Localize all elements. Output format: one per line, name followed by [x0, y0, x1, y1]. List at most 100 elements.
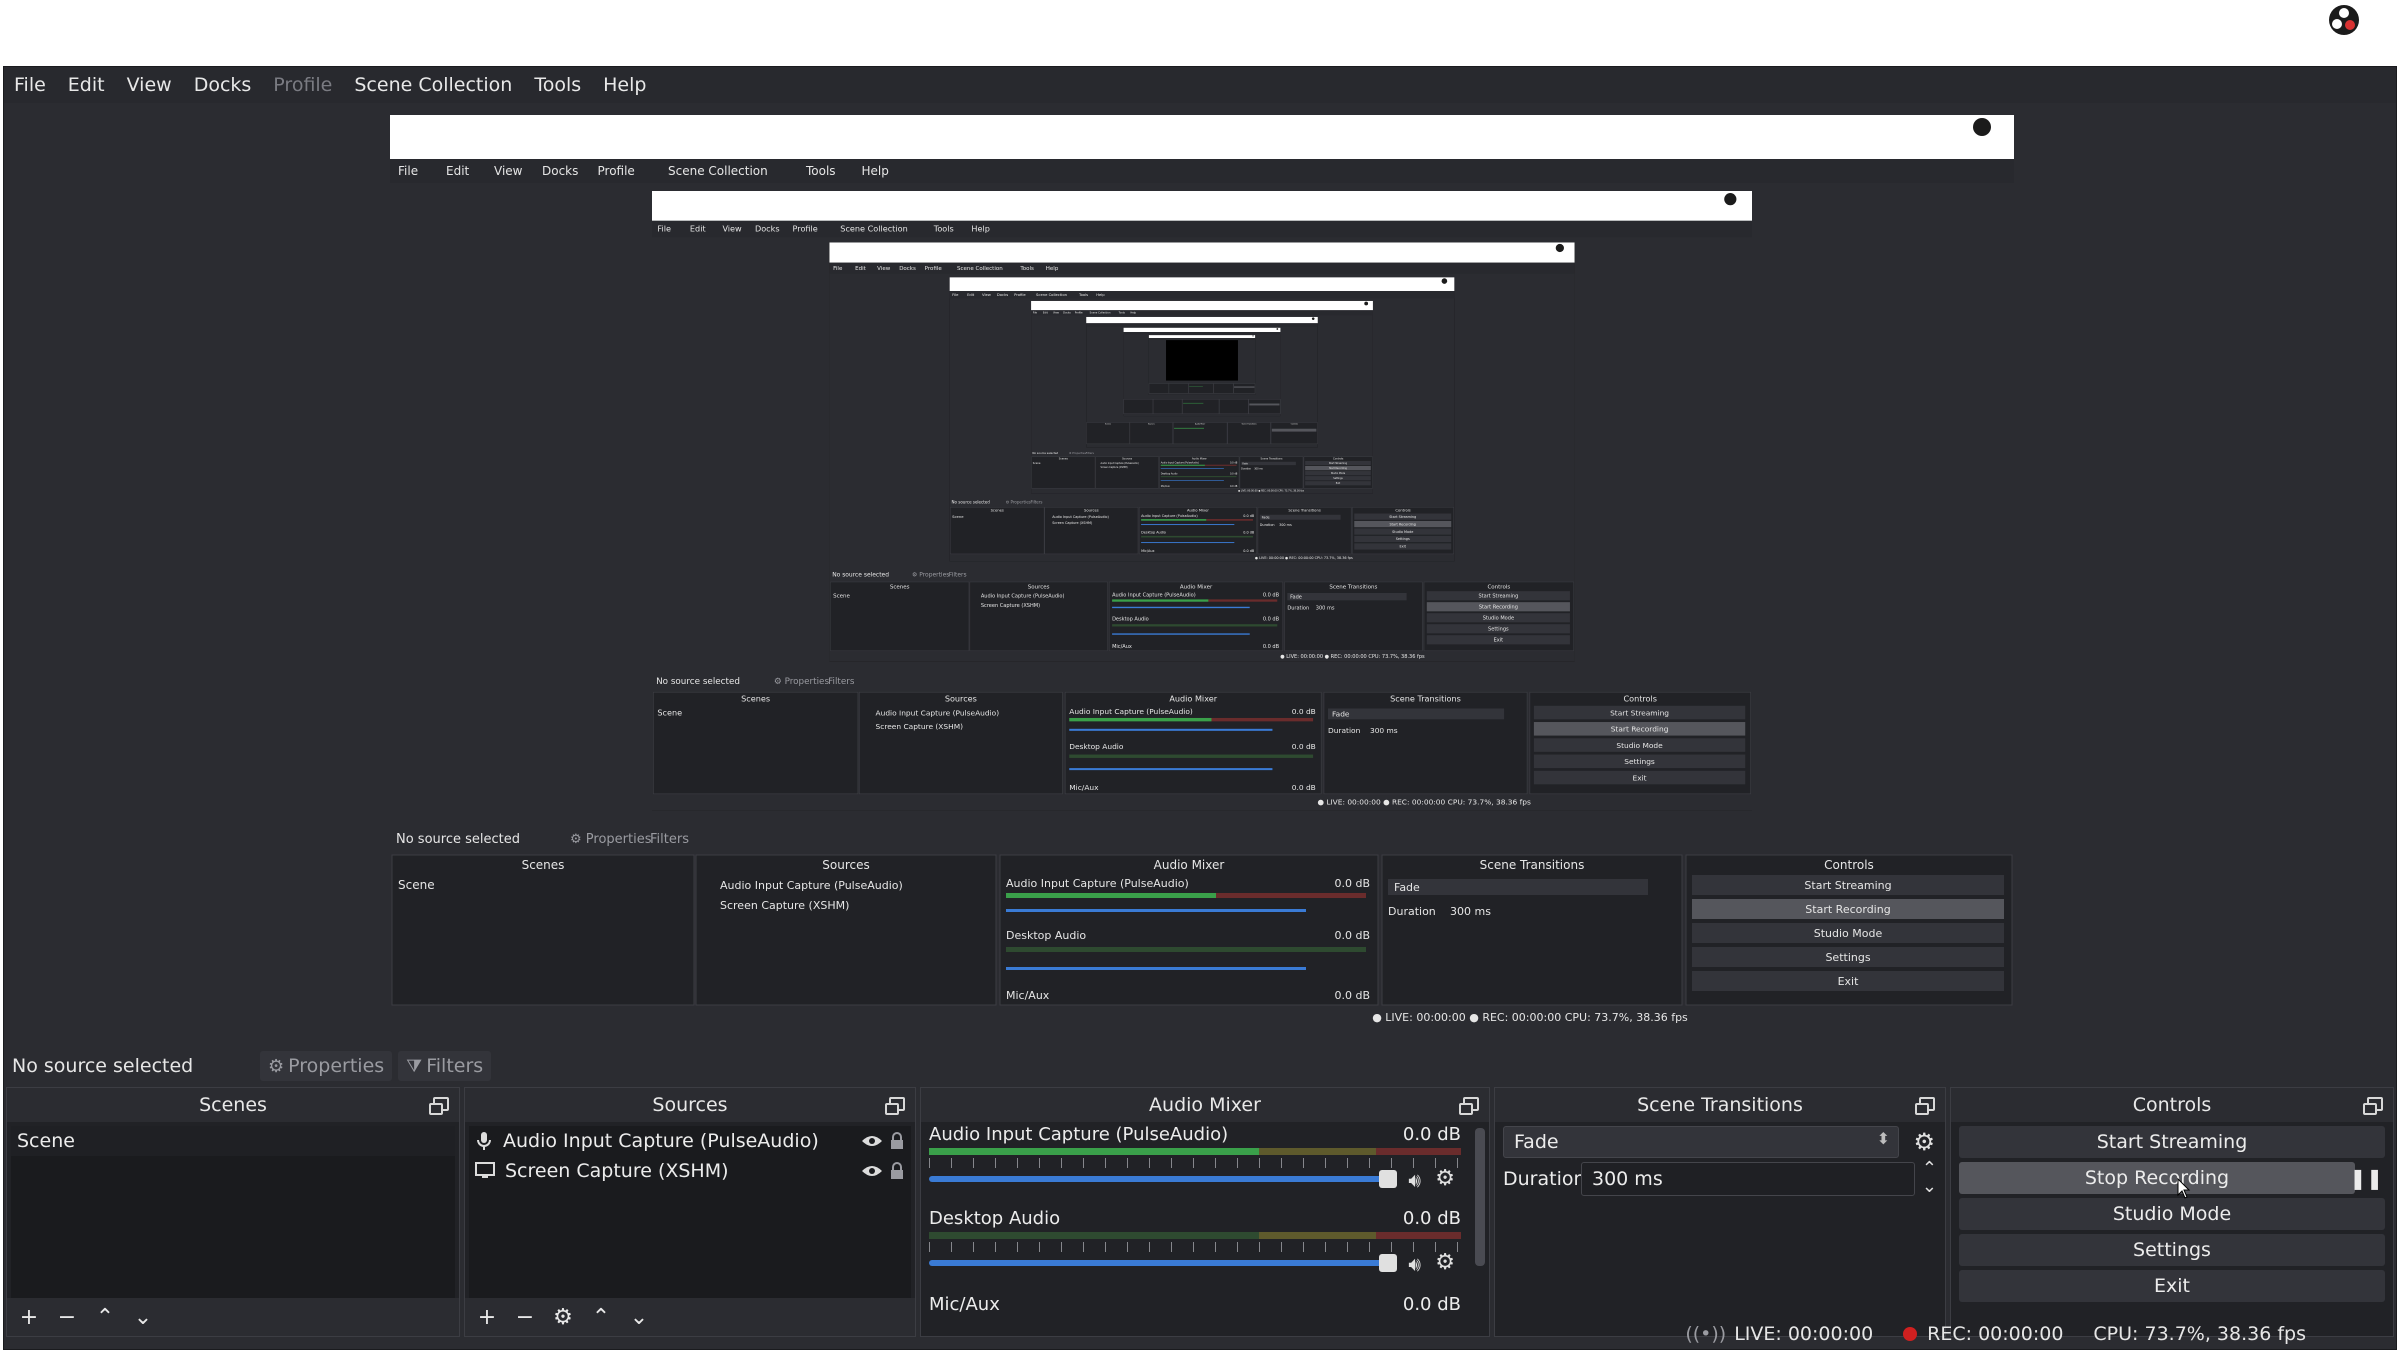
nested-menu-item: Docks	[755, 224, 780, 234]
nested-preview	[1166, 340, 1238, 380]
nested-control-label: Settings	[1396, 537, 1410, 541]
menu-file[interactable]: File	[14, 67, 46, 103]
menu-scene-collection[interactable]: Scene Collection	[354, 67, 512, 103]
properties-button[interactable]: ⚙ Properties	[260, 1051, 392, 1081]
live-timer: LIVE: 00:00:00	[1734, 1323, 1873, 1345]
source-item[interactable]: Screen Capture (XSHM)	[469, 1156, 911, 1186]
transition-select[interactable]: Fade ⬍	[1503, 1126, 1899, 1158]
nested-transition-select	[1388, 879, 1648, 895]
nested-control-label: Start Recording	[1611, 725, 1669, 734]
duration-input[interactable]: 300 ms	[1581, 1162, 1915, 1196]
nested-dock	[1124, 399, 1153, 413]
nested-control-label: Start Streaming	[1478, 594, 1518, 600]
nested-scene-item: Scene	[833, 594, 850, 600]
nested-meter	[1112, 599, 1208, 601]
filters-label: Filters	[426, 1055, 483, 1077]
nested-dock-title: Sources	[1148, 423, 1155, 425]
nested-dock-title: Scene Transitions	[1329, 584, 1377, 590]
preview-canvas[interactable]: File Edit View Docks Profile Scene Collection…	[390, 115, 2014, 1029]
nested-menu-item: Profile	[1014, 293, 1026, 297]
gear-icon[interactable]: ⚙	[1435, 1250, 1455, 1275]
nested-control-label: Start Recording	[1329, 467, 1347, 470]
scene-item[interactable]: Scene	[11, 1126, 455, 1156]
menu-docks[interactable]: Docks	[194, 67, 252, 103]
menu-help[interactable]: Help	[603, 67, 646, 103]
lock-icon[interactable]	[889, 1132, 905, 1155]
lock-icon[interactable]	[889, 1162, 905, 1185]
sources-list[interactable]: Audio Input Capture (PulseAudio) Screen …	[469, 1126, 911, 1298]
nested-menu-item: Scene Collection	[668, 164, 768, 178]
visibility-eye-icon[interactable]	[861, 1132, 883, 1154]
undock-icon[interactable]	[2367, 1097, 2383, 1111]
nested-status: ● LIVE: 00:00:00 ● REC: 00:00:00 CPU: 73…	[1317, 798, 1531, 807]
exit-button[interactable]: Exit	[1959, 1270, 2385, 1302]
nested-dock-title: Audio Mixer	[1187, 509, 1209, 513]
settings-button[interactable]: Settings	[1959, 1234, 2385, 1266]
duration-label: Duration	[1503, 1168, 1586, 1190]
speaker-icon[interactable]: 🔊︎	[1408, 1168, 1421, 1192]
nested-slider	[1141, 542, 1234, 543]
nested-fade: Fade	[1290, 594, 1302, 600]
nested-duration-value: 300 ms	[1279, 523, 1292, 527]
mixer-channel-name: Desktop Audio	[929, 1208, 1060, 1229]
start-streaming-button[interactable]: Start Streaming	[1959, 1126, 2385, 1158]
menu-profile[interactable]: Profile	[273, 67, 332, 103]
nested-dock-title: Scene Transitions	[1480, 858, 1585, 872]
nested-menu-item: Edit	[690, 224, 706, 234]
gear-icon[interactable]: ⚙	[1435, 1166, 1455, 1191]
volume-slider[interactable]	[929, 1176, 1389, 1182]
nested-control-button	[1234, 386, 1254, 387]
nested-dock-title: Scenes	[1105, 423, 1111, 425]
undock-icon[interactable]	[1919, 1097, 1935, 1111]
nested-menu-item: File	[398, 164, 418, 178]
nested-meter	[1112, 624, 1277, 626]
volume-slider-handle[interactable]	[1379, 1170, 1397, 1188]
nested-slider	[1069, 729, 1272, 731]
nested-no-source: No source selected	[832, 571, 889, 578]
nested-duration-value: 300 ms	[1370, 726, 1398, 735]
undock-icon[interactable]	[1463, 1097, 1479, 1111]
speaker-icon[interactable]: 🔊︎	[1408, 1252, 1421, 1276]
menu-tools[interactable]: Tools	[534, 67, 581, 103]
undock-icon[interactable]	[889, 1097, 905, 1111]
menu-edit[interactable]: Edit	[68, 67, 105, 103]
nested-duration-value: 300 ms	[1254, 467, 1263, 470]
nested-fade: Fade	[1394, 881, 1420, 894]
nested-titlebar	[390, 115, 2014, 159]
nested-obs-logo	[1364, 302, 1368, 306]
nested-menu-item: Tools	[1019, 266, 1034, 272]
pause-icon[interactable]: ❚❚	[2349, 1166, 2383, 1190]
studio-mode-button[interactable]: Studio Mode	[1959, 1198, 2385, 1230]
nested-meter	[1161, 476, 1237, 477]
meter-scale	[929, 1158, 1461, 1168]
menu-bar: File Edit View Docks Profile Scene Collection…	[4, 67, 2396, 103]
nested-dock	[1149, 384, 1169, 394]
rec-status: REC: 00:00:00	[1903, 1323, 2063, 1345]
undock-icon[interactable]	[433, 1097, 449, 1111]
preview-capture: File Edit View Docks Profile Scene Collection…	[390, 115, 2014, 1029]
nested-meter	[1006, 947, 1366, 952]
stop-recording-button[interactable]: Stop Recording	[1959, 1162, 2355, 1194]
volume-slider[interactable]	[929, 1260, 1389, 1266]
nested-meter	[1006, 893, 1216, 898]
source-item[interactable]: Audio Input Capture (PulseAudio)	[469, 1126, 911, 1156]
scenes-list[interactable]: Scene	[11, 1126, 455, 1298]
nested-titlebar	[829, 242, 1574, 262]
nested-properties: ⚙ Properties	[912, 571, 949, 578]
spinner-arrows-icon[interactable]: ⌃⌄	[1922, 1160, 1937, 1196]
nested-obs-logo	[1276, 328, 1278, 330]
visibility-eye-icon[interactable]	[861, 1162, 883, 1184]
volume-slider-handle[interactable]	[1379, 1254, 1397, 1272]
mixer-scrollbar[interactable]	[1475, 1128, 1485, 1266]
menu-view[interactable]: View	[127, 67, 172, 103]
nested-menu-item: Edit	[967, 293, 975, 297]
obs-main-window: File Edit View Docks Profile Scene Collection…	[3, 66, 2397, 1350]
nested-transition-select	[1287, 593, 1406, 600]
volume-meter	[929, 1232, 1461, 1239]
mixer-channel-db: 0.0 dB	[1403, 1124, 1461, 1145]
filters-button[interactable]: ⧩ Filters	[398, 1051, 491, 1081]
gear-icon[interactable]: ⚙	[1913, 1128, 1935, 1156]
nested-menu-item: View	[877, 266, 891, 272]
nested-dock	[1219, 399, 1248, 413]
nested-control-label: Settings	[1333, 477, 1343, 480]
